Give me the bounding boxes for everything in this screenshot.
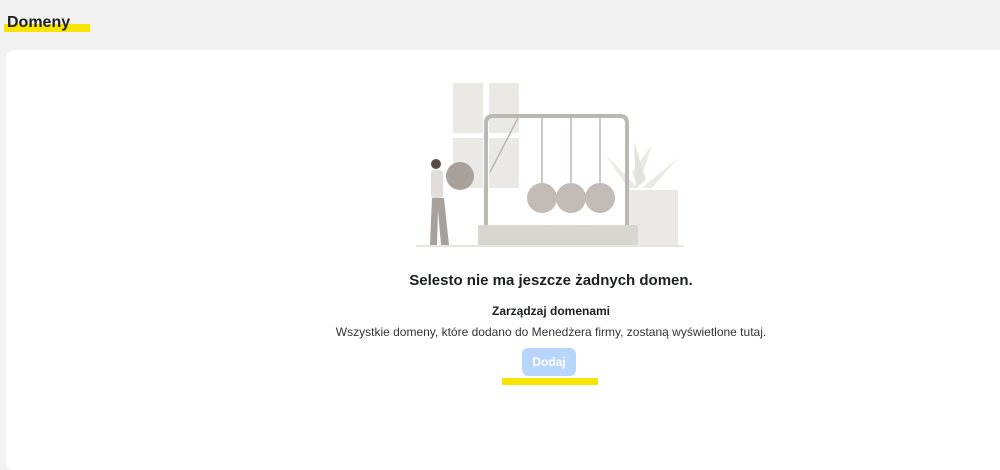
cradle-ball	[556, 183, 586, 213]
empty-state-heading: Selesto nie ma jeszcze żadnych domen.	[409, 272, 693, 289]
page-title: Domeny	[7, 14, 71, 31]
add-domain-button[interactable]: Dodaj	[522, 348, 576, 376]
cradle-ball	[527, 183, 557, 213]
page-header: Domeny	[4, 14, 90, 32]
cradle-base	[478, 225, 638, 245]
person-legs	[430, 198, 449, 245]
window-pane	[453, 83, 483, 133]
domains-card: Selesto nie ma jeszcze żadnych domen. Za…	[6, 50, 1000, 470]
empty-state-description: Wszystkie domeny, które dodano do Menedż…	[335, 325, 767, 339]
person-torso	[431, 170, 443, 198]
manage-domains-heading: Zarządzaj domenami	[491, 304, 611, 318]
cradle-ball	[585, 183, 615, 213]
newtons-cradle-illustration	[416, 83, 684, 247]
person-head	[431, 159, 441, 169]
held-ball	[446, 162, 474, 190]
button-highlight-mark	[502, 378, 598, 385]
plant-leaf	[642, 158, 678, 188]
